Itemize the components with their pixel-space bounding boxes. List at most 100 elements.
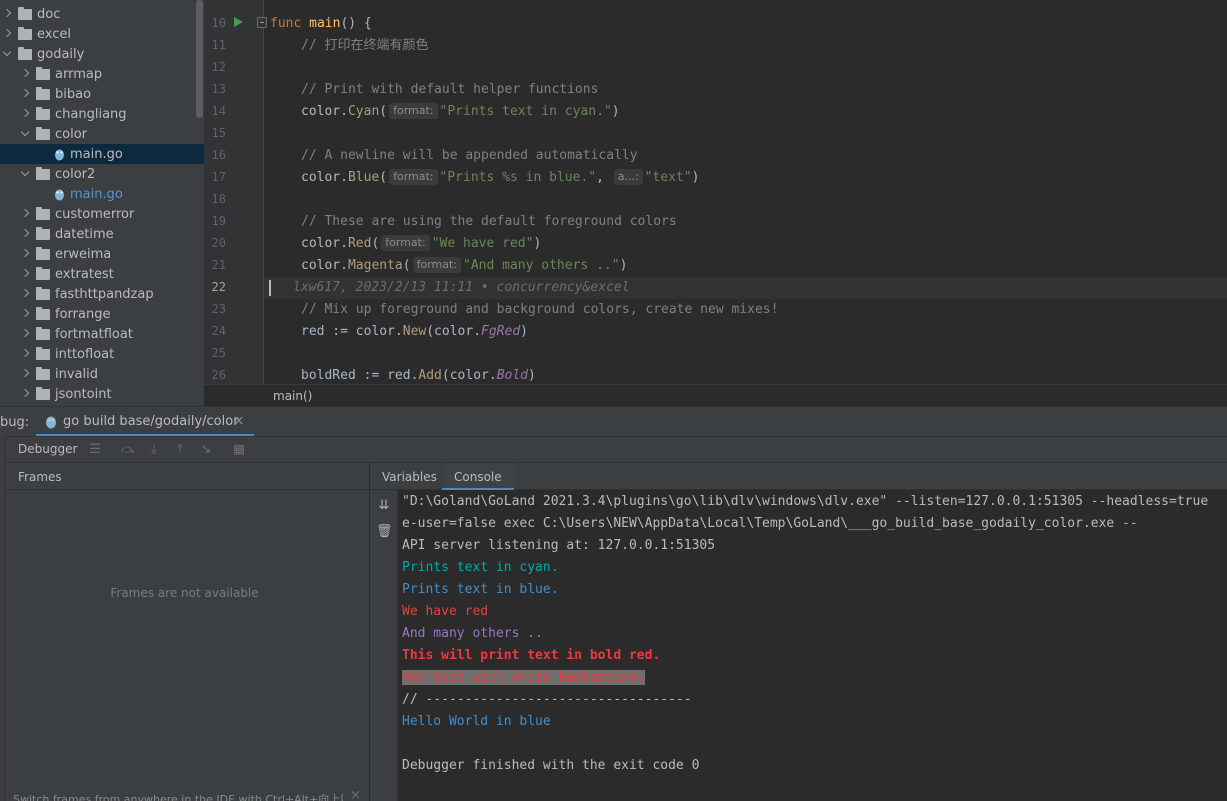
tab-debugger[interactable]: Debugger [18,442,77,456]
chevron-right-icon[interactable] [20,89,30,99]
line-number: 11 [211,38,226,52]
tree-item-label: excel [37,26,71,42]
tree-item-label: bibao [55,86,92,102]
console-line: API server listening at: 127.0.0.1:51305 [402,538,716,553]
tree-item-label: fortmatfloat [55,326,133,342]
evaluate-expression-icon[interactable]: ▦ [231,442,247,458]
console-line: e-user=false exec C:\Users\NEW\AppData\L… [402,516,1138,531]
chevron-right-icon[interactable] [20,249,30,259]
close-icon[interactable]: × [233,413,245,429]
chevron-right-icon[interactable] [20,229,30,239]
fold-icon[interactable] [257,17,267,28]
trash-icon[interactable]: 🗑 [376,524,393,540]
chevron-down-icon[interactable] [20,129,30,139]
tree-item-fortmatfloat[interactable]: fortmatfloat [0,324,204,344]
tree-item-forrange[interactable]: forrange [0,304,204,324]
run-config-tab[interactable]: go build base/godaily/color × [36,407,254,437]
chevron-right-icon[interactable] [20,109,30,119]
chevron-right-icon[interactable] [20,349,30,359]
param-hint: format: [381,235,430,251]
code-line-24: red := color.New(color.FgRed) [301,324,528,339]
folder-icon [36,386,50,400]
frames-empty-text: Frames are not available [110,586,259,600]
chevron-down-icon[interactable] [20,169,30,179]
console-line: We have red [402,604,489,619]
debug-toolbar: Debugger ☰ ⤼ ⤓ ⤒ ↘ ▦ [0,436,1227,462]
tree-item-datetime[interactable]: datetime [0,224,204,244]
tree-item-label: doc [37,6,61,22]
menu-icon[interactable]: ☰ [87,442,103,458]
tree-item-arrmap[interactable]: arrmap [0,64,204,84]
chevron-right-icon[interactable] [20,289,30,299]
tree-item-label: datetime [55,226,114,242]
tab-variables[interactable]: Variables [370,463,449,491]
chevron-right-icon[interactable] [20,69,30,79]
tree-item-excel[interactable]: excel [0,24,204,44]
tree-item-erweima[interactable]: erweima [0,244,204,264]
chevron-right-icon[interactable] [20,309,30,319]
tree-item-label: main.go [70,186,123,202]
frames-title: Frames [18,470,62,484]
debug-tool-window-header: bug: go build base/godaily/color × [0,406,1227,437]
folder-icon [18,6,32,20]
tree-item-invalid[interactable]: invalid [0,364,204,384]
code-line-17: color.Blue(format: "Prints %s in blue.", … [301,169,700,185]
tree-item-label: fasthttpandzap [55,286,154,302]
line-number: 26 [211,368,226,382]
tree-item-color2[interactable]: color2 [0,164,204,184]
tree-item-label: arrmap [55,66,103,82]
chevron-right-icon[interactable] [20,389,30,399]
step-into-icon[interactable]: ⤓ [146,442,162,458]
chevron-right-icon[interactable] [20,209,30,219]
tree-item-inttofloat[interactable]: inttofloat [0,344,204,364]
close-icon[interactable]: × [350,788,361,801]
tree-item-jsontoint[interactable]: jsontoint [0,384,204,404]
run-to-cursor-icon[interactable]: ↘ [198,442,214,458]
folder-icon [36,306,50,320]
line-number: 20 [211,236,226,250]
param-hint: format: [412,257,462,273]
tree-item-label: forrange [55,306,111,322]
chevron-right-icon[interactable] [2,29,12,39]
tree-item-customerror[interactable]: customerror [0,204,204,224]
chevron-right-icon[interactable] [2,9,12,19]
line-number: 13 [211,82,226,96]
chevron-right-icon[interactable] [20,269,30,279]
step-out-icon[interactable]: ⤒ [172,442,188,458]
folder-icon [18,46,32,60]
git-blame-annotation: lxw617, 2023/2/13 11:11 • concurrency&ex… [293,280,630,295]
scroll-to-end-icon[interactable]: ⇊ [376,498,392,514]
line-number: 15 [211,126,226,140]
tree-item-godaily[interactable]: godaily [0,44,204,64]
tab-console[interactable]: Console [442,463,514,491]
console-tabs: Variables Console [370,462,1227,491]
line-number: 19 [211,214,226,228]
gopher-icon [46,416,56,429]
line-number: 25 [211,346,226,360]
console-output[interactable]: "D:\Goland\GoLand 2021.3.4\plugins\go\li… [398,490,1227,801]
tree-item-label: jsontoint [55,386,112,402]
tree-item-main-go[interactable]: main.go [0,144,204,164]
chevron-right-icon[interactable] [20,369,30,379]
line-number: 10 [211,16,226,30]
tree-item-main-go[interactable]: main.go [0,184,204,204]
tree-item-bibao[interactable]: bibao [0,84,204,104]
line-number: 18 [211,192,226,206]
tree-item-extratest[interactable]: extratest [0,264,204,284]
tree-item-fasthttpandzap[interactable]: fasthttpandzap [0,284,204,304]
tree-item-doc[interactable]: doc [0,4,204,24]
breadcrumb-item[interactable]: main() [273,389,312,403]
console-line: Debugger finished with the exit code 0 [402,758,700,773]
chevron-down-icon[interactable] [2,49,12,59]
step-over-icon[interactable]: ⤼ [120,442,136,458]
tree-scrollbar[interactable] [196,0,203,118]
folder-icon [36,166,50,180]
tree-item-changliang[interactable]: changliang [0,104,204,124]
line-number: 22 [211,280,226,294]
folder-icon [36,246,50,260]
folder-icon [36,86,50,100]
run-gutter-icon[interactable] [234,17,243,27]
line-number: 21 [211,258,226,272]
chevron-right-icon[interactable] [20,329,30,339]
tree-item-color[interactable]: color [0,124,204,144]
